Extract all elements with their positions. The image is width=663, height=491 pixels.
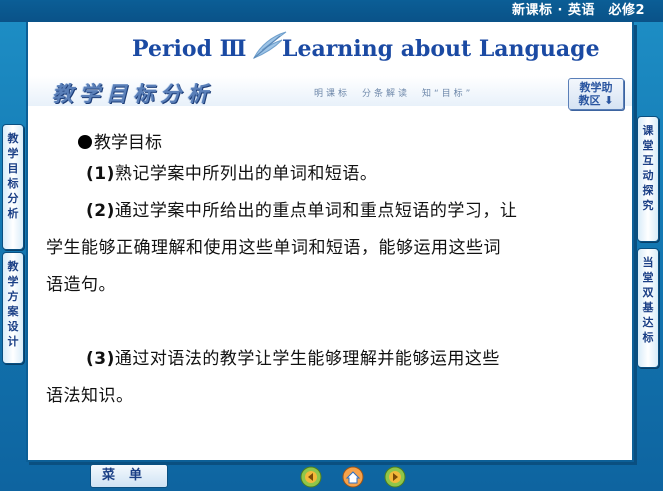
menu-button[interactable]: 菜单 xyxy=(90,464,168,488)
top-bar: 新课标 · 英语 必修2 xyxy=(0,0,663,22)
item-text-line2: 学生能够正确理解和使用这些单词和短语，能够运用这些词 xyxy=(46,238,501,258)
bullet-heading-text: 教学目标 xyxy=(94,133,162,153)
tab-teaching-plan[interactable]: 教学方案设计 xyxy=(2,252,24,364)
home-icon[interactable] xyxy=(342,466,364,488)
bullet-icon xyxy=(78,135,92,149)
item-text-line1: 通过学案中所给出的重点单词和重点短语的学习，让 xyxy=(114,201,518,221)
item-number: (2) xyxy=(86,201,115,221)
tab-label: 教学方案设计 xyxy=(7,260,19,348)
tab-label: 教学目标分析 xyxy=(7,132,19,220)
objective-item-3: (3)通过对语法的教学让学生能够理解并能够运用这些 语法知识。 xyxy=(46,341,500,415)
item-text-line1: 通过对语法的教学让学生能够理解并能够运用这些 xyxy=(114,349,500,369)
assist-label-2: 教区 ⬇ xyxy=(578,94,614,107)
tab-label: 课堂互动探究 xyxy=(642,124,654,212)
item-number: (3) xyxy=(86,349,115,369)
objective-item-1: (1)熟记学案中所列出的单词和短语。 xyxy=(86,156,377,193)
assist-label-1: 教学助 xyxy=(579,81,613,94)
teaching-assist-button[interactable]: 教学助 教区 ⬇ xyxy=(568,78,624,110)
tab-label: 当堂双基达标 xyxy=(642,256,654,344)
period-title: Period Ⅲ xyxy=(132,36,247,62)
tab-practice[interactable]: 当堂双基达标 xyxy=(637,248,659,368)
lesson-title: Learning about Language xyxy=(282,36,600,62)
banner-heading: 教学目标分析 xyxy=(52,82,214,106)
bullet-heading: 教学目标 xyxy=(78,128,162,153)
slide-panel: Period Ⅲ Learning about Language 教学目标分析 … xyxy=(26,22,634,462)
tab-classroom-inquiry[interactable]: 课堂互动探究 xyxy=(637,116,659,242)
item-text: 熟记学案中所列出的单词和短语。 xyxy=(114,164,378,184)
objective-item-2: (2)通过学案中所给出的重点单词和重点短语的学习，让 学生能够正确理解和使用这些… xyxy=(46,193,517,304)
course-title: 新课标 · 英语 必修2 xyxy=(511,3,645,18)
previous-icon[interactable] xyxy=(300,466,322,488)
banner-motto: 明课标 分条解读 知“目标” xyxy=(314,89,474,99)
next-icon[interactable] xyxy=(384,466,406,488)
item-number: (1) xyxy=(86,164,115,184)
tab-teaching-objectives[interactable]: 教学目标分析 xyxy=(2,124,24,250)
objective-banner: 教学目标分析 明课标 分条解读 知“目标” xyxy=(28,76,632,106)
item-text-line3: 语造句。 xyxy=(46,275,116,295)
item-text-line2: 语法知识。 xyxy=(46,386,134,406)
